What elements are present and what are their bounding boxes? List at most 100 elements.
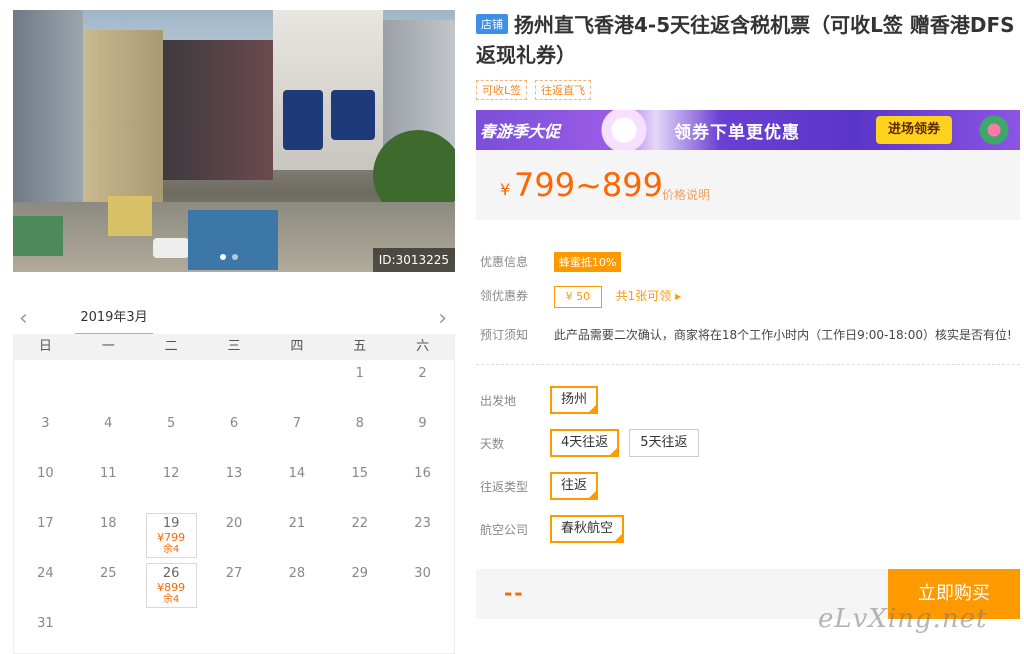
coupon-ticket[interactable]: ¥ 50 xyxy=(553,286,602,308)
option-trip-type[interactable]: 往返 xyxy=(550,472,599,500)
day-number: 1 xyxy=(355,366,364,381)
notice-label: 预订须知 xyxy=(480,328,529,342)
day-number: 8 xyxy=(355,416,364,431)
watermark: eLvXing.net xyxy=(818,604,988,634)
coupon-row: 领优惠券 ¥ 50 共1张可领 ▸ xyxy=(480,286,681,308)
photo-sign xyxy=(331,90,375,140)
calendar-day: 21 xyxy=(265,510,328,560)
day-number: 23 xyxy=(414,516,431,531)
product-info: 店铺 扬州直飞香港4-5天往返含税机票（可收L签 赠香港DFS返现礼券） 可收L签… xyxy=(476,0,1020,654)
calendar-header: ‹ 2019年3月 › xyxy=(13,300,455,335)
promo-label: 优惠信息 xyxy=(480,255,529,269)
prev-month-icon[interactable]: ‹ xyxy=(19,306,28,331)
pager-dot[interactable] xyxy=(220,254,226,260)
calendar-day: 1 xyxy=(328,360,391,410)
day-number: 15 xyxy=(351,466,368,481)
option-departure[interactable]: 扬州 xyxy=(550,386,599,414)
product-title: 扬州直飞香港4-5天往返含税机票（可收L签 赠香港DFS返现礼券） xyxy=(476,13,1015,67)
calendar-day: 29 xyxy=(328,560,391,610)
banner-claim-button[interactable]: 进场领券 xyxy=(876,116,953,144)
promo-tag: 蜂蜜抵10% xyxy=(553,252,622,272)
weekday-label: 日 xyxy=(38,339,52,354)
price-box: ¥ 799~899 价格说明 xyxy=(476,150,1020,220)
weekday-label: 四 xyxy=(290,339,304,354)
option-airline[interactable]: 春秋航空 xyxy=(550,515,625,543)
day-price: ¥799 xyxy=(157,531,186,544)
day-number: 17 xyxy=(37,516,54,531)
day-number: 16 xyxy=(414,466,431,481)
day-number: 30 xyxy=(414,566,431,581)
day-number: 5 xyxy=(166,416,176,431)
photo-pager[interactable] xyxy=(220,254,238,260)
pager-dot[interactable] xyxy=(232,254,238,260)
departure-label: 出发地 xyxy=(480,393,517,408)
calendar-day: 14 xyxy=(265,460,328,510)
calendar-day: 5 xyxy=(140,410,203,460)
shop-badge[interactable]: 店铺 xyxy=(476,14,508,34)
promo-row: 优惠信息 蜂蜜抵10% xyxy=(480,252,622,272)
calendar-day: 28 xyxy=(265,560,328,610)
product-photo[interactable]: ID:3013225 xyxy=(13,10,455,272)
trip-type-label: 往返类型 xyxy=(480,479,529,494)
title-block: 店铺 扬州直飞香港4-5天往返含税机票（可收L签 赠香港DFS返现礼券） xyxy=(476,10,1020,70)
calendar-day: 17 xyxy=(14,510,77,560)
day-stock: 余4 xyxy=(162,594,180,605)
day-number: 10 xyxy=(37,466,54,481)
next-month-icon[interactable]: › xyxy=(438,306,447,331)
calendar-day: 3 xyxy=(14,410,77,460)
photo-bus xyxy=(108,196,152,236)
day-number: 2 xyxy=(418,366,427,381)
calendar-day: 11 xyxy=(77,460,140,510)
day-number: 12 xyxy=(162,466,180,481)
calendar-day: 16 xyxy=(391,460,454,510)
day-number: 7 xyxy=(292,416,301,431)
flower-icon xyxy=(594,110,654,150)
calendar-empty-cell xyxy=(14,360,77,410)
calendar-day: 7 xyxy=(265,410,328,460)
day-number: 14 xyxy=(288,466,306,481)
day-number: 21 xyxy=(288,516,306,531)
photo-truck xyxy=(188,210,278,270)
day-price: ¥899 xyxy=(157,581,186,594)
day-number: 3 xyxy=(41,416,50,431)
calendar-day: 23 xyxy=(391,510,454,560)
banner-campaign-text: 春游季大促 xyxy=(480,122,561,141)
day-number: 19 xyxy=(162,516,180,531)
day-number: 26 xyxy=(162,566,180,581)
departure-row: 出发地 扬州 xyxy=(480,386,608,414)
calendar-day: 2 xyxy=(391,360,454,410)
day-stock: 余4 xyxy=(162,544,180,555)
calendar-day[interactable]: 26 ¥899 余4 xyxy=(140,560,203,610)
price-currency: ¥ xyxy=(500,180,511,199)
calendar-empty-cell xyxy=(140,360,203,410)
option-days[interactable]: 4天往返 xyxy=(550,429,620,457)
divider xyxy=(476,364,1020,365)
price-note-link[interactable]: 价格说明 xyxy=(662,186,710,203)
calendar-day: 31 xyxy=(14,610,77,654)
calendar-empty-cell xyxy=(265,360,328,410)
calendar-day: 9 xyxy=(391,410,454,460)
price-value: 799~899 xyxy=(514,166,663,204)
day-number: 31 xyxy=(37,616,54,631)
promo-banner[interactable]: 春游季大促 领券下单更优惠 进场领券 xyxy=(476,110,1020,150)
day-number: 18 xyxy=(100,516,117,531)
photo-building xyxy=(163,40,273,180)
calendar-day[interactable]: 19 ¥799 余4 xyxy=(140,510,203,560)
coupon-more-link[interactable]: 共1张可领 ▸ xyxy=(616,289,681,303)
calendar-day: 30 xyxy=(391,560,454,610)
calendar-day: 4 xyxy=(77,410,140,460)
airline-label: 航空公司 xyxy=(480,522,529,537)
product-tag: 可收L签 xyxy=(476,80,528,100)
weekday-label: 二 xyxy=(164,339,178,354)
day-number: 6 xyxy=(229,416,239,431)
photo-id-tag: ID:3013225 xyxy=(372,248,455,272)
option-days[interactable]: 5天往返 xyxy=(629,429,699,457)
calendar-month-tab[interactable]: 2019年3月 xyxy=(75,306,153,335)
day-number: 13 xyxy=(225,466,243,481)
product-tags: 可收L签 往返直飞 xyxy=(476,80,592,100)
calendar-day: 6 xyxy=(203,410,266,460)
trip-type-row: 往返类型 往返 xyxy=(480,472,608,500)
product-tag: 往返直飞 xyxy=(535,80,592,100)
days-label: 天数 xyxy=(480,436,505,451)
calendar-empty-cell xyxy=(77,360,140,410)
